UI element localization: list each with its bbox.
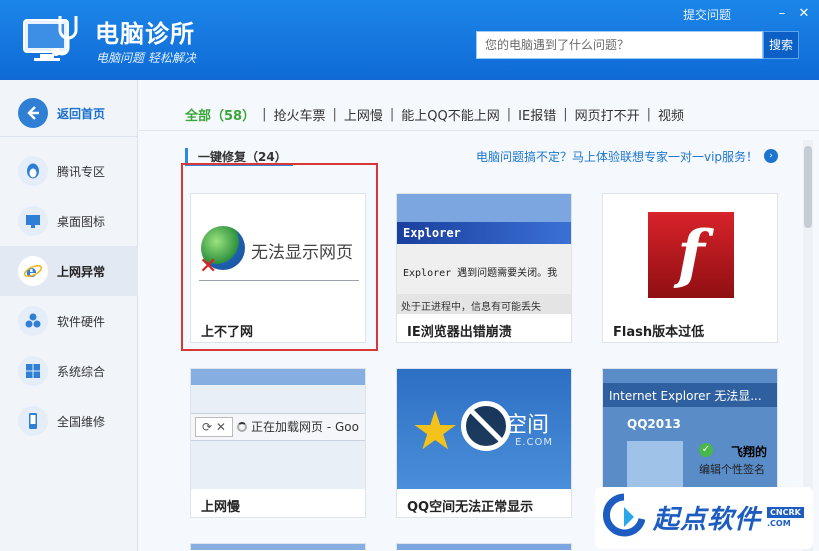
search-box bbox=[476, 31, 763, 59]
chevron-right-icon[interactable]: › bbox=[764, 149, 778, 163]
sidebar-item-repair[interactable]: 全国维修 bbox=[0, 396, 138, 446]
sidebar-item-label: 上网异常 bbox=[57, 264, 106, 279]
card-thumbnail: f bbox=[603, 194, 777, 314]
selection-highlight bbox=[181, 163, 378, 351]
watermark-text: 起点软件 bbox=[653, 505, 762, 535]
sidebar-item-software-hardware[interactable]: 软件硬件 bbox=[0, 296, 138, 346]
card-thumbnail: Explorer Explorer 遇到问题需要关闭。我 处于正进程中，信息有可… bbox=[397, 194, 571, 314]
puzzle-icon bbox=[18, 306, 48, 336]
sidebar-item-label: 桌面图标 bbox=[57, 214, 106, 229]
tab-separator: | bbox=[563, 107, 568, 122]
watermark-domain: .COM bbox=[767, 519, 791, 528]
thumbnail-text-secondary: E.COM bbox=[515, 437, 553, 448]
thumbnail-text: 空间 bbox=[505, 413, 550, 438]
tab-all[interactable]: 全部（58） bbox=[185, 105, 255, 124]
online-check-icon: ✓ bbox=[699, 443, 713, 457]
sidebar-divider bbox=[0, 136, 138, 137]
tab-separator: | bbox=[389, 107, 395, 122]
svg-text:e: e bbox=[26, 262, 37, 281]
thumbnail-text: QQ2013 bbox=[627, 417, 681, 431]
fix-card-flash[interactable]: f Flash版本过低 bbox=[602, 193, 778, 343]
qidian-logo-icon bbox=[603, 493, 645, 537]
card-thumbnail bbox=[397, 544, 571, 550]
flash-logo-icon: f bbox=[648, 212, 734, 298]
thumbnail-window-top bbox=[397, 194, 571, 222]
sidebar-item-label: 系统综合 bbox=[57, 364, 106, 379]
tab-separator: | bbox=[332, 107, 337, 122]
qzone-star-icon: ★ bbox=[411, 399, 460, 462]
thumbnail-window-top bbox=[191, 369, 365, 385]
tab-separator: | bbox=[262, 107, 267, 122]
card-thumbnail: ⟳ ✕ 正在加载网页 - Goo bbox=[191, 369, 365, 489]
sidebar-item-desktop-icons[interactable]: 桌面图标 bbox=[0, 196, 138, 246]
vip-service-link[interactable]: 电脑问题搞不定？马上体验联想专家一对一vip服务！ bbox=[476, 148, 758, 165]
submit-feedback-link[interactable]: 提交问题 bbox=[683, 6, 731, 23]
tab-train-tickets[interactable]: 抢火车票 bbox=[273, 105, 325, 124]
thumbnail-tab: 正在加载网页 - Goo bbox=[237, 417, 365, 437]
tab-ie-error[interactable]: IE报错 bbox=[518, 105, 556, 124]
search-button[interactable]: 搜索 bbox=[763, 31, 799, 59]
phone-icon bbox=[18, 406, 48, 436]
fix-card-ie-crash[interactable]: Explorer Explorer 遇到问题需要关闭。我 处于正进程中，信息有可… bbox=[396, 193, 572, 343]
tab-page-not-open[interactable]: 网页打不开 bbox=[575, 105, 640, 124]
minimize-button[interactable]: – bbox=[774, 6, 790, 22]
search-input[interactable] bbox=[477, 32, 762, 58]
sidebar-item-label: 腾讯专区 bbox=[57, 164, 106, 179]
card-thumbnail: ★ 空间 E.COM bbox=[397, 369, 571, 489]
windows-icon bbox=[18, 356, 48, 386]
tab-slow-network[interactable]: 上网慢 bbox=[344, 105, 383, 124]
refresh-stop-icon: ⟳ ✕ bbox=[195, 417, 233, 437]
fix-card-qzone[interactable]: ★ 空间 E.COM QQ空间无法正常显示 bbox=[396, 368, 572, 518]
avatar bbox=[627, 441, 683, 489]
sidebar-item-home[interactable]: 返回首页 bbox=[0, 88, 138, 138]
watermark-badge: CNCRK bbox=[767, 507, 804, 518]
sidebar: 返回首页 腾讯专区 桌面图标 e 上网异常 软件硬件 系统综合 全国维修 bbox=[0, 80, 138, 551]
app-subtitle: 电脑问题 轻松解决 bbox=[96, 51, 196, 65]
thumbnail-text: Explorer 遇到问题需要关闭。我 bbox=[403, 268, 558, 279]
thumbnail-username: 飞翔的 bbox=[731, 445, 768, 459]
prohibited-icon bbox=[461, 401, 511, 451]
card-caption: Flash版本过低 bbox=[613, 325, 705, 340]
penguin-icon bbox=[18, 156, 48, 186]
monitor-stethoscope-icon bbox=[23, 16, 78, 61]
app-title: 电脑诊所 bbox=[95, 20, 195, 48]
tab-video[interactable]: 视频 bbox=[658, 105, 684, 124]
thumbnail-title: Internet Explorer 无法显... bbox=[603, 383, 777, 407]
card-caption: QQ空间无法正常显示 bbox=[407, 500, 534, 515]
card-thumbnail: Internet Explorer 无法显... QQ2013 ✓ 飞翔的 编辑… bbox=[603, 369, 777, 489]
tab-separator: | bbox=[506, 107, 512, 122]
thumbnail-title: Explorer bbox=[397, 222, 571, 244]
tab-separator: | bbox=[646, 107, 652, 122]
card-thumbnail bbox=[191, 544, 365, 550]
thumbnail-text-secondary: 处于正进程中，信息有可能丢失 bbox=[397, 294, 571, 314]
close-button[interactable]: ✕ bbox=[796, 6, 812, 22]
fix-card-partial[interactable] bbox=[190, 543, 366, 551]
card-caption: IE浏览器出错崩溃 bbox=[407, 325, 512, 340]
category-tabs: 全部（58） | 抢火车票 | 上网慢 | 能上QQ不能上网 | IE报错 | … bbox=[185, 105, 684, 124]
sidebar-item-tencent[interactable]: 腾讯专区 bbox=[0, 146, 138, 196]
tabs-divider bbox=[139, 130, 819, 131]
fix-card-slow-network[interactable]: ⟳ ✕ 正在加载网页 - Goo 上网慢 bbox=[190, 368, 366, 518]
sidebar-item-network[interactable]: e 上网异常 bbox=[0, 246, 138, 296]
watermark: 起点软件 CNCRK .COM bbox=[595, 487, 813, 549]
thumbnail-text: 正在加载网页 - Goo bbox=[251, 420, 359, 434]
sidebar-item-label: 返回首页 bbox=[57, 106, 106, 121]
fix-card-partial[interactable] bbox=[396, 543, 572, 551]
thumbnail-signature: 编辑个性签名 bbox=[699, 463, 765, 476]
title-bar: 电脑诊所 电脑问题 轻松解决 提交问题 – ✕ 搜索 bbox=[0, 0, 819, 80]
loading-spinner-icon bbox=[237, 422, 247, 432]
card-caption: 上网慢 bbox=[201, 500, 241, 515]
main-content: 全部（58） | 抢火车票 | 上网慢 | 能上QQ不能上网 | IE报错 | … bbox=[139, 80, 819, 551]
back-arrow-icon bbox=[18, 98, 48, 128]
scrollbar-thumb[interactable] bbox=[804, 146, 812, 228]
monitor-icon bbox=[18, 206, 48, 236]
tab-qq-no-internet[interactable]: 能上QQ不能上网 bbox=[401, 105, 499, 124]
sidebar-item-label: 全国维修 bbox=[57, 414, 106, 429]
ie-icon: e bbox=[18, 256, 48, 286]
sidebar-item-system[interactable]: 系统综合 bbox=[0, 346, 138, 396]
sidebar-item-label: 软件硬件 bbox=[57, 314, 106, 329]
